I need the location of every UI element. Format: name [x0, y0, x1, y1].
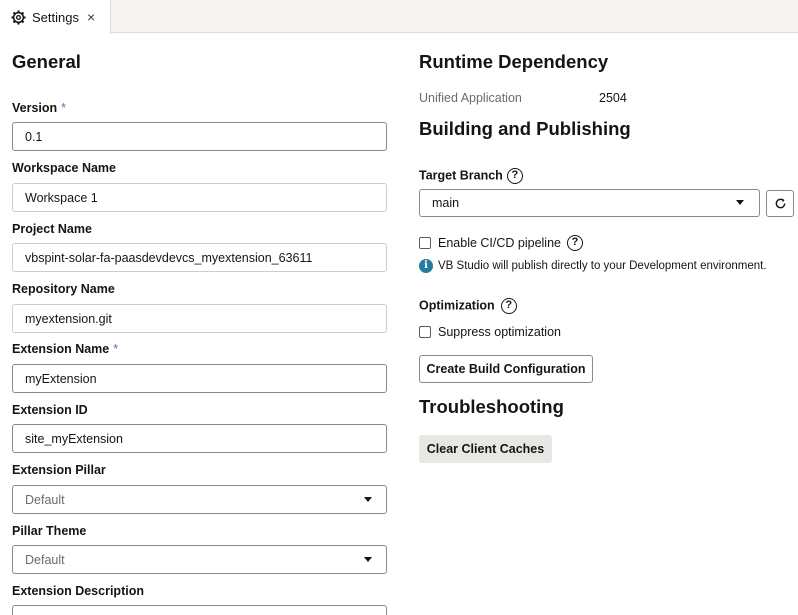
version-input[interactable]: 0.1 [12, 122, 387, 151]
help-icon[interactable]: ? [500, 298, 517, 314]
chevron-down-icon [364, 557, 372, 562]
general-title: General [12, 51, 81, 72]
extension-pillar-value: Default [25, 492, 65, 507]
target-branch-value: main [432, 196, 460, 210]
extension-name-input[interactable]: myExtension [12, 364, 387, 393]
required-indicator: * [61, 101, 67, 115]
unified-application-value: 2504 [599, 91, 627, 105]
extension-name-label: Extension Name * [12, 342, 119, 356]
extension-pillar-select[interactable]: Default [12, 485, 387, 514]
extension-description-input[interactable] [12, 605, 387, 615]
tab-settings-label: Settings [32, 9, 79, 25]
extension-id-input[interactable]: site_myExtension [12, 424, 387, 453]
pillar-theme-select[interactable]: Default [12, 545, 387, 574]
target-branch-label: Target Branch? [419, 168, 523, 184]
chevron-down-icon [364, 497, 372, 502]
refresh-icon [775, 198, 785, 209]
create-build-configuration-button[interactable]: Create Build Configuration [419, 355, 593, 383]
suppress-optimization-row[interactable]: Suppress optimization [419, 325, 561, 339]
runtime-dependency-title: Runtime Dependency [419, 51, 609, 72]
gear-icon [11, 9, 26, 25]
publish-info-message: i VB Studio will publish directly to you… [419, 259, 767, 273]
target-branch-select[interactable]: main [419, 189, 760, 217]
extension-description-label: Extension Description [12, 584, 144, 598]
required-indicator: * [113, 342, 119, 356]
repository-name-field: myextension.git [12, 304, 387, 333]
enable-cicd-checkbox-row[interactable]: Enable CI/CD pipeline ? [419, 235, 583, 251]
enable-cicd-checkbox[interactable] [419, 237, 431, 249]
info-icon: i [419, 259, 433, 273]
close-icon[interactable]: × [87, 10, 95, 24]
troubleshooting-title: Troubleshooting [419, 396, 564, 417]
suppress-optimization-label: Suppress optimization [438, 325, 561, 339]
refresh-branches-button[interactable] [766, 190, 794, 217]
unified-application-label: Unified Application [419, 91, 522, 105]
building-publishing-title: Building and Publishing [419, 118, 631, 139]
tab-bar: Settings × [0, 0, 798, 34]
project-name-label: Project Name [12, 222, 92, 236]
extension-id-label: Extension ID [12, 403, 88, 417]
pillar-theme-value: Default [25, 552, 65, 567]
optimization-label: Optimization? [419, 298, 517, 314]
pillar-theme-label: Pillar Theme [12, 524, 87, 538]
project-name-field: vbspint-solar-fa-paasdevdevcs_myextensio… [12, 243, 387, 272]
clear-client-caches-button[interactable]: Clear Client Caches [419, 435, 552, 463]
enable-cicd-label: Enable CI/CD pipeline [438, 236, 561, 250]
suppress-optimization-checkbox[interactable] [419, 326, 431, 338]
workspace-name-field: Workspace 1 [12, 183, 387, 212]
tab-settings[interactable]: Settings × [0, 0, 111, 34]
chevron-down-icon [736, 200, 744, 205]
publish-info-text: VB Studio will publish directly to your … [438, 260, 767, 272]
help-icon[interactable]: ? [567, 235, 583, 251]
repository-name-label: Repository Name [12, 282, 115, 296]
version-label: Version * [12, 101, 67, 115]
help-icon[interactable]: ? [506, 168, 523, 184]
workspace-name-label: Workspace Name [12, 161, 116, 175]
extension-pillar-label: Extension Pillar [12, 463, 106, 477]
